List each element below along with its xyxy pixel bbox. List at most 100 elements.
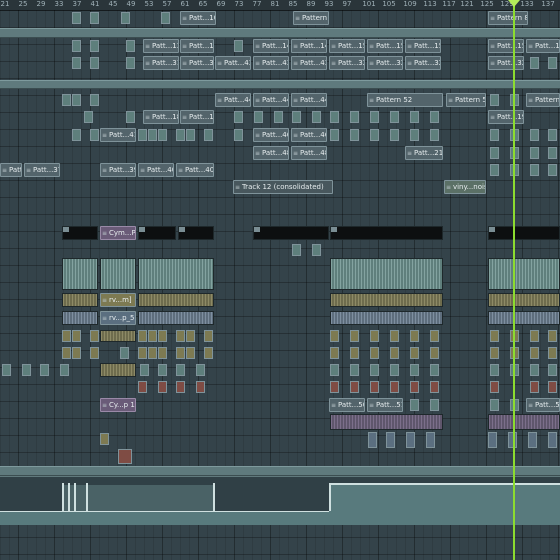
pattern-clip[interactable] bbox=[161, 12, 170, 24]
pattern-clip[interactable]: Patt...19 bbox=[488, 110, 524, 124]
pattern-clip[interactable] bbox=[158, 364, 167, 376]
audio-clip[interactable] bbox=[100, 258, 136, 290]
pattern-clip[interactable] bbox=[490, 399, 499, 411]
pattern-clip[interactable]: Patt...50 bbox=[329, 398, 365, 412]
automation-point[interactable] bbox=[68, 483, 70, 511]
playhead-marker[interactable] bbox=[508, 0, 520, 7]
pattern-clip[interactable] bbox=[430, 399, 439, 411]
pattern-clip[interactable] bbox=[490, 147, 499, 159]
pattern-clip[interactable] bbox=[490, 94, 499, 106]
audio-clip[interactable]: Cy...p 1 bbox=[100, 398, 136, 412]
audio-clip[interactable] bbox=[488, 258, 560, 290]
pattern-clip[interactable] bbox=[370, 330, 379, 342]
pattern-clip[interactable] bbox=[330, 381, 339, 393]
pattern-clip[interactable] bbox=[148, 330, 157, 342]
audio-clip[interactable]: Track 12 (consolidated) bbox=[233, 180, 333, 194]
pattern-clip[interactable]: Patt...37 bbox=[24, 163, 60, 177]
pattern-clip[interactable] bbox=[126, 111, 135, 123]
pattern-clip[interactable]: Pattern 52 bbox=[367, 93, 443, 107]
pattern-clip[interactable] bbox=[72, 347, 81, 359]
pattern-clip[interactable] bbox=[158, 381, 167, 393]
pattern-clip[interactable] bbox=[530, 164, 539, 176]
pattern-clip[interactable] bbox=[350, 347, 359, 359]
pattern-clip[interactable] bbox=[72, 40, 81, 52]
pattern-clip[interactable] bbox=[40, 364, 49, 376]
pattern-clip[interactable] bbox=[90, 330, 99, 342]
pattern-clip[interactable] bbox=[350, 364, 359, 376]
pattern-clip[interactable] bbox=[62, 94, 71, 106]
pattern-clip[interactable] bbox=[548, 164, 557, 176]
audio-clip[interactable] bbox=[138, 226, 176, 240]
pattern-clip[interactable] bbox=[186, 330, 195, 342]
pattern-clip[interactable]: Pattern 55 bbox=[446, 93, 486, 107]
pattern-clip[interactable] bbox=[530, 147, 539, 159]
pattern-clip[interactable]: Patt...39 bbox=[100, 163, 136, 177]
pattern-clip[interactable]: Patt...44 bbox=[215, 93, 251, 107]
pattern-clip[interactable] bbox=[176, 381, 185, 393]
pattern-clip[interactable] bbox=[72, 94, 81, 106]
pattern-clip[interactable] bbox=[390, 129, 399, 141]
pattern-clip[interactable]: Pattern 7 bbox=[293, 11, 329, 25]
pattern-clip[interactable]: Patt...43 bbox=[291, 56, 327, 70]
pattern-clip[interactable] bbox=[204, 347, 213, 359]
pattern-clip[interactable]: Patt...18 bbox=[180, 110, 214, 124]
pattern-clip[interactable] bbox=[138, 330, 147, 342]
pattern-clip[interactable] bbox=[410, 347, 419, 359]
pattern-clip[interactable] bbox=[530, 381, 539, 393]
pattern-clip[interactable] bbox=[410, 364, 419, 376]
pattern-clip[interactable] bbox=[410, 381, 419, 393]
pattern-clip[interactable]: Patt...15 bbox=[526, 39, 560, 53]
pattern-clip[interactable] bbox=[312, 111, 321, 123]
pattern-clip[interactable] bbox=[390, 111, 399, 123]
pattern-clip[interactable] bbox=[330, 330, 339, 342]
audio-clip[interactable]: Cym...PM bbox=[100, 226, 136, 240]
pattern-clip[interactable] bbox=[530, 330, 539, 342]
pattern-clip[interactable] bbox=[350, 330, 359, 342]
pattern-clip[interactable]: Patt...15 bbox=[488, 39, 524, 53]
pattern-clip[interactable] bbox=[430, 364, 439, 376]
audio-clip[interactable] bbox=[62, 311, 98, 325]
audio-clip[interactable]: rv...p_5 bbox=[100, 311, 136, 325]
pattern-clip[interactable] bbox=[548, 330, 557, 342]
pattern-clip[interactable] bbox=[158, 330, 167, 342]
pattern-clip[interactable]: Pattern 36 bbox=[0, 163, 22, 177]
pattern-clip[interactable] bbox=[196, 381, 205, 393]
pattern-clip[interactable] bbox=[350, 381, 359, 393]
pattern-clip[interactable] bbox=[548, 381, 557, 393]
pattern-clip[interactable]: Patt...15 bbox=[367, 39, 403, 53]
automation-point[interactable] bbox=[86, 483, 88, 511]
automation-point[interactable] bbox=[62, 483, 64, 511]
pattern-clip[interactable]: Patt...32 bbox=[488, 56, 524, 70]
pattern-clip[interactable] bbox=[548, 347, 557, 359]
pattern-clip[interactable]: Patt...46 bbox=[291, 128, 327, 142]
pattern-clip[interactable] bbox=[370, 364, 379, 376]
pattern-clip[interactable] bbox=[548, 364, 557, 376]
pattern-clip[interactable] bbox=[530, 129, 539, 141]
audio-clip[interactable] bbox=[330, 293, 443, 307]
pattern-clip[interactable] bbox=[410, 111, 419, 123]
pattern-clip[interactable] bbox=[490, 381, 499, 393]
pattern-clip[interactable] bbox=[90, 12, 99, 24]
pattern-clip[interactable] bbox=[490, 164, 499, 176]
pattern-clip[interactable] bbox=[121, 12, 130, 24]
pattern-clip[interactable] bbox=[548, 147, 557, 159]
pattern-clip[interactable] bbox=[90, 57, 99, 69]
pattern-clip[interactable] bbox=[330, 347, 339, 359]
pattern-clip[interactable] bbox=[490, 129, 499, 141]
pattern-clip[interactable] bbox=[330, 111, 339, 123]
pattern-clip[interactable] bbox=[138, 129, 147, 141]
pattern-clip[interactable]: Patt...13 bbox=[180, 39, 214, 53]
pattern-clip[interactable] bbox=[100, 433, 109, 445]
pattern-clip[interactable]: Patt...32 bbox=[329, 56, 365, 70]
pattern-clip[interactable] bbox=[234, 129, 243, 141]
audio-clip[interactable] bbox=[488, 311, 560, 325]
pattern-clip[interactable] bbox=[126, 57, 135, 69]
pattern-clip[interactable] bbox=[138, 347, 147, 359]
pattern-clip[interactable] bbox=[430, 111, 439, 123]
pattern-clip[interactable]: Patt...13 bbox=[143, 39, 179, 53]
pattern-clip[interactable] bbox=[72, 57, 81, 69]
audio-clip[interactable] bbox=[330, 258, 443, 290]
pattern-clip[interactable]: Patt...51 bbox=[367, 398, 403, 412]
pattern-clip[interactable]: Patt...48 bbox=[291, 146, 327, 160]
pattern-clip[interactable] bbox=[386, 432, 395, 448]
